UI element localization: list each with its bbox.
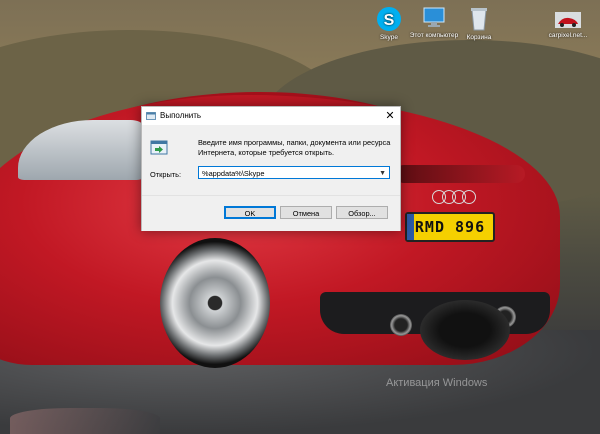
image-file-icon	[555, 12, 581, 28]
open-combobox-input[interactable]: %appdata%\Skype ▼	[198, 166, 390, 179]
svg-text:S: S	[384, 12, 395, 29]
audi-logo	[432, 190, 478, 204]
browse-button[interactable]: Обзор...	[336, 206, 388, 219]
desktop-icon-label: Skype	[379, 34, 399, 41]
desktop-icon-label: carpixel.net...	[548, 32, 588, 39]
ok-button[interactable]: OK	[224, 206, 276, 219]
run-dialog: Выполнить ✕ Введите имя программы, папки…	[141, 106, 401, 231]
computer-icon	[423, 7, 445, 27]
exhaust-pipe	[390, 314, 412, 336]
desktop-icon-carpixel[interactable]: carpixel.net...	[538, 10, 598, 39]
chevron-down-icon[interactable]: ▼	[379, 167, 386, 180]
windows-activation-watermark: Активация Windows	[386, 377, 488, 389]
car-rear-wheel	[420, 300, 510, 360]
license-plate: RMD 896	[405, 212, 495, 242]
dialog-footer: OK Отмена Обзор...	[142, 195, 400, 231]
run-program-icon	[150, 140, 168, 155]
plate-eu-strip	[407, 214, 414, 240]
puddle	[10, 408, 160, 434]
cancel-button[interactable]: Отмена	[280, 206, 332, 219]
desktop-icon-recycle-bin[interactable]: Корзина	[449, 6, 509, 41]
dialog-title: Выполнить	[160, 111, 202, 120]
license-plate-text: RMD 896	[414, 218, 486, 236]
open-label: Открыть:	[150, 170, 182, 179]
dialog-titlebar[interactable]: Выполнить ✕	[142, 107, 400, 125]
car-taillight	[395, 165, 525, 183]
car-front-wheel	[160, 238, 270, 368]
dialog-description: Введите имя программы, папки, документа …	[198, 138, 391, 157]
close-button[interactable]: ✕	[382, 109, 398, 123]
open-input-value: %appdata%\Skype	[202, 169, 265, 178]
run-icon	[146, 112, 156, 120]
recycle-bin-icon	[471, 8, 487, 31]
skype-icon: S	[377, 7, 401, 31]
desktop-icon-label: Корзина	[466, 34, 492, 41]
